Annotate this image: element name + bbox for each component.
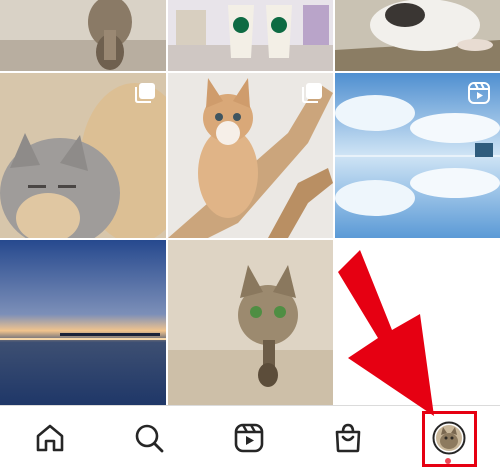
post-salt-flat-sky[interactable] <box>335 73 500 238</box>
sunset-lake-photo <box>0 240 166 405</box>
reels-icon <box>468 82 490 104</box>
post-kitten-climbing-branch[interactable] <box>168 73 333 238</box>
multiple-photos-icon <box>302 83 322 103</box>
post-empty-slot <box>335 240 500 405</box>
shop-bag-icon <box>335 423 361 453</box>
multiple-photos-icon <box>135 83 155 103</box>
search-icon <box>135 424 164 453</box>
notification-dot <box>445 458 451 464</box>
post-two-kittens[interactable] <box>0 73 166 238</box>
home-icon <box>36 424 64 452</box>
nav-home[interactable] <box>32 420 68 456</box>
post-cat-reflection[interactable] <box>0 0 166 71</box>
profile-post-grid <box>0 0 500 405</box>
starbucks-cups-photo <box>168 0 333 71</box>
nav-search[interactable] <box>131 420 167 456</box>
cat-reflection-photo <box>0 0 166 71</box>
post-kitten-on-wood[interactable] <box>335 0 500 71</box>
nav-shop[interactable] <box>330 420 366 456</box>
cat-mirror-photo <box>168 240 333 405</box>
post-starbucks-cups[interactable] <box>168 0 333 71</box>
post-cat-mirror[interactable] <box>168 240 333 405</box>
nav-reels[interactable] <box>231 420 267 456</box>
reels-icon <box>234 423 264 453</box>
post-sunset-lake[interactable] <box>0 240 166 405</box>
kitten-on-wood-photo <box>335 0 500 71</box>
